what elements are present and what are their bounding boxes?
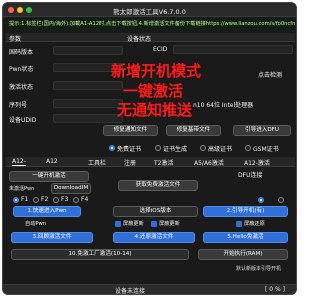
cert-gsm-label: GSM证书 [253, 146, 279, 153]
window-title: 熊太郎激活工具V6.7.0.0 [113, 8, 186, 16]
device-status-header: 设备状态 [127, 36, 152, 43]
marquee-notice: 提示:1.标签栏(国内/海外):加載A1-A12时,点击下载按钮,4.新增激活文… [6, 20, 295, 29]
field-label-pwn: Pwn状态 [9, 66, 34, 73]
block-restore-check[interactable] [236, 221, 242, 227]
params-header: 参数 [9, 36, 22, 43]
tab-a5a6[interactable]: A5/A6激活 [194, 158, 224, 167]
promo-line-3: 无通知推送 [117, 101, 193, 119]
field-label-udid: 设备UDID [9, 117, 37, 124]
f2-label: F2 [41, 196, 49, 203]
cert-gen-label: 证书生成 [163, 146, 188, 153]
cert-gsm-radio[interactable] [245, 145, 251, 151]
connection-status: 设备未连接 [115, 288, 146, 295]
promo-line-1: 新增开机模式 [111, 62, 202, 80]
ecid-field [173, 45, 293, 54]
block-update-label-1: 屏蔽更新 [123, 221, 144, 227]
get-free-activation-file-button[interactable]: 获取免费激活文件 [118, 180, 198, 191]
app-window: 熊太郎激活工具V6.7.0.0 提示:1.标签栏(国内/海外):加載A1-A12… [2, 2, 297, 295]
dfu-connected-label: DFU连接 [238, 172, 263, 179]
block-update-check-2[interactable] [151, 221, 157, 227]
restore-activation-file-button[interactable]: 4.还原激活文件 [113, 232, 195, 243]
f2-radio[interactable] [33, 197, 39, 203]
tab-a12minus-activate[interactable]: A12-激活 [244, 158, 270, 167]
cert-free-label: 免费证书 [117, 146, 142, 153]
field-label-serial: 序列号 [9, 102, 28, 109]
hello-bypass-button[interactable]: 5.Hello免激活 [203, 232, 288, 243]
cert-free-radio[interactable] [109, 145, 115, 151]
serial-field [53, 99, 123, 108]
f1-radio[interactable] [13, 197, 19, 203]
default-boot-note: 默认新版本引导开机 [236, 266, 282, 272]
tab-bar: A12- A12 工具栏 注册 T2激活 A5/A6激活 A12-激活 [6, 157, 295, 167]
cert-adv-radio[interactable] [200, 145, 206, 151]
fix-notify-button[interactable]: 修复通知文件 [103, 125, 158, 136]
tab-register[interactable]: 注册 [124, 158, 136, 167]
activation-field [53, 81, 123, 90]
pwn-status-label: 未激活Pwn [9, 186, 35, 192]
one-click-boot-activate-button[interactable]: 一键开机激活 [9, 171, 89, 182]
f3-radio[interactable] [53, 197, 59, 203]
boot-device-button[interactable]: 2.引导开机(有) [203, 206, 288, 217]
start-ram-button[interactable]: 开始执行(RAM) [198, 249, 288, 260]
review-activation-file-button[interactable]: 3.回顾激活文件 [11, 232, 93, 243]
download-im-button[interactable]: DownloadIM [51, 183, 91, 194]
block-update-check-1[interactable] [115, 221, 121, 227]
boot-option-radio-2[interactable] [278, 197, 284, 203]
tab-t2[interactable]: T2激活 [154, 158, 173, 167]
f4-radio[interactable] [73, 197, 79, 203]
auto-pwn-label: 自动Pwn [25, 221, 47, 227]
enter-dfu-button[interactable]: 引导进入DFU [233, 125, 291, 136]
check-mode-label[interactable]: 点击检测 [258, 70, 282, 79]
f3-label: F3 [61, 196, 69, 203]
block-restore-label: 屏蔽还原 [244, 221, 265, 227]
boot-option-radio-1[interactable] [258, 197, 264, 203]
tab-a12[interactable]: A12 [46, 158, 58, 165]
ecid-label: ECID [153, 46, 168, 53]
udid-field [53, 114, 123, 123]
quick-pwn-button[interactable]: 1.快速进入Pwn [13, 206, 81, 217]
chip-info: n10 64位 Intel处理器 [193, 102, 254, 109]
fix-baseband-button[interactable]: 修复基带文件 [166, 125, 221, 136]
tab-a12-minus[interactable]: A12- [12, 158, 26, 166]
region-field [53, 46, 123, 55]
block-update-label-2: 屏蔽更新 [159, 221, 180, 227]
ios-version-select[interactable]: 选择iOS版本 [113, 206, 198, 217]
tab-tools[interactable]: 工具栏 [88, 158, 106, 167]
factory-activation-select[interactable]: 10.免激工厂激活(10-14) [11, 249, 189, 260]
cert-gen-radio[interactable] [155, 145, 161, 151]
promo-line-2: 一键激活 [123, 82, 184, 100]
field-label-region: 国码版本 [9, 49, 34, 56]
status-bar: 设备未连接 [ 0 % ] [3, 284, 296, 294]
cert-adv-label: 高级证书 [208, 146, 233, 153]
progress-percent: [ 0 % ] [265, 286, 285, 293]
title-bar: 熊太郎激活工具V6.7.0.0 [3, 3, 296, 17]
f4-label: F4 [81, 196, 89, 203]
f1-label: F1 [21, 196, 29, 203]
field-label-activation: 激活状态 [9, 84, 34, 91]
